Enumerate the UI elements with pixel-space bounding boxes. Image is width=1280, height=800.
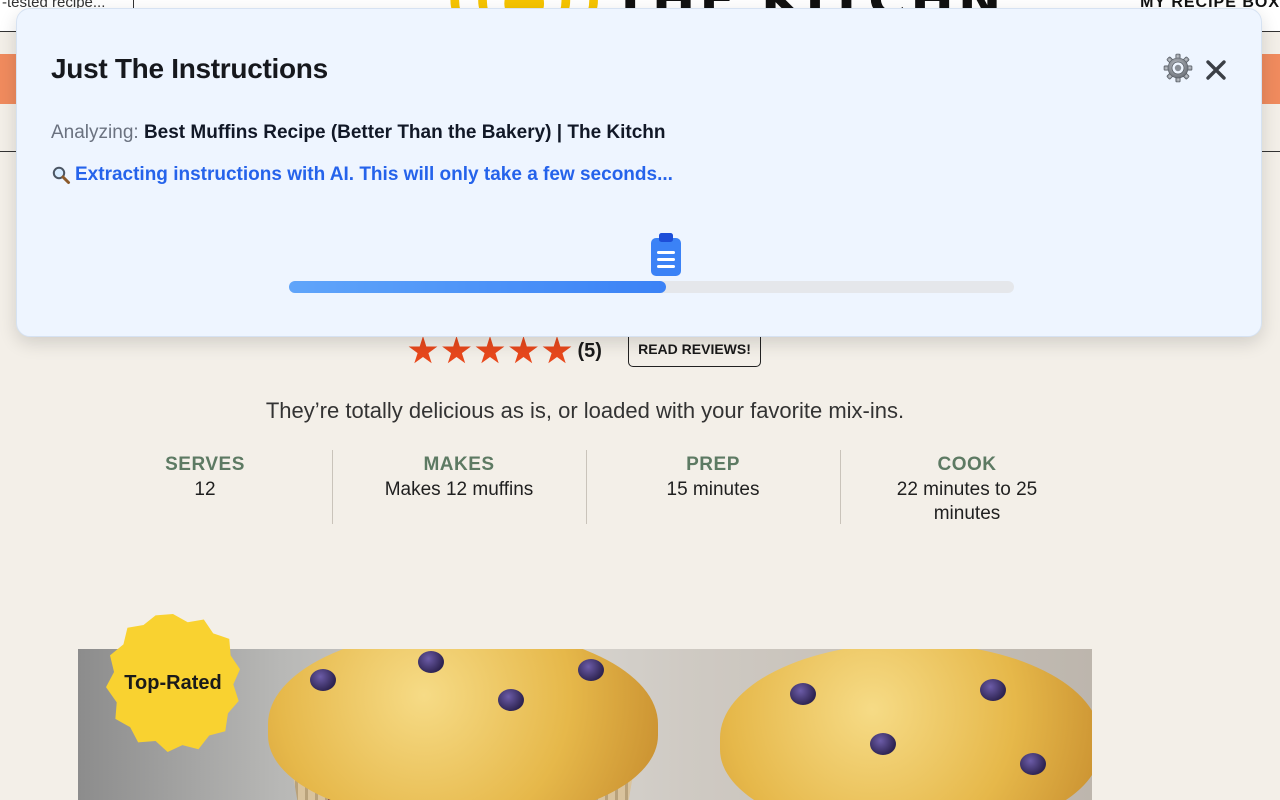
analyzing-line: Analyzing: Best Muffins Recipe (Better T… [51, 122, 666, 144]
analyzing-prefix: Analyzing: [51, 122, 139, 143]
status-text: Extracting instructions with AI. This wi… [75, 164, 673, 185]
stat-label: SERVES [165, 454, 245, 475]
stat-cook: COOK 22 minutes to 25 minutes [840, 450, 1094, 526]
star-icon [408, 336, 438, 364]
blueberry [498, 689, 524, 711]
stat-value: 12 [194, 479, 216, 500]
gear-icon [1163, 53, 1193, 83]
rating-count: (5) [577, 339, 602, 362]
star-icon [475, 336, 505, 364]
stat-label: COOK [937, 454, 997, 475]
recipe-tagline: They’re totally delicious as is, or load… [265, 398, 905, 423]
blueberry [980, 679, 1006, 701]
stat-prep: PREP 15 minutes [586, 450, 840, 526]
settings-button[interactable] [1163, 53, 1193, 83]
stat-label: PREP [686, 454, 740, 475]
stat-label: MAKES [423, 454, 495, 475]
analyzed-page-title: Best Muffins Recipe (Better Than the Bak… [143, 122, 666, 143]
progress-fill [289, 281, 666, 293]
recipe-stats: SERVES 12 MAKES Makes 12 muffins PREP 15… [78, 450, 1094, 526]
blueberry [790, 683, 816, 705]
panel-title: Just The Instructions [51, 53, 328, 84]
star-icon [509, 336, 538, 364]
clipboard-icon [651, 233, 681, 276]
stat-serves: SERVES 12 [78, 450, 332, 526]
muffin-left [268, 649, 658, 800]
blueberry [1020, 753, 1046, 775]
magnifier-icon [52, 166, 70, 184]
star-icon [542, 336, 572, 364]
blueberry [870, 733, 896, 755]
stat-value: 15 minutes [666, 479, 760, 500]
close-icon [1206, 60, 1226, 80]
blueberry [310, 669, 336, 691]
status-line: Extracting instructions with AI. This wi… [51, 164, 673, 186]
stat-makes: MAKES Makes 12 muffins [332, 450, 586, 526]
stat-value: Makes 12 muffins [384, 479, 534, 500]
muffin-right [720, 649, 1092, 800]
stat-value: 22 minutes to 25 minutes [896, 479, 1038, 524]
progress-bar [289, 281, 1014, 293]
extension-panel: Just The Instructions Analyzing: Best Mu… [16, 8, 1262, 337]
blueberry [578, 659, 604, 681]
star-icon [442, 336, 471, 364]
rating-stars[interactable]: (5) [408, 334, 602, 368]
blueberry [418, 651, 444, 673]
close-button[interactable] [1201, 55, 1231, 85]
badge-label: Top-Rated [124, 671, 222, 694]
